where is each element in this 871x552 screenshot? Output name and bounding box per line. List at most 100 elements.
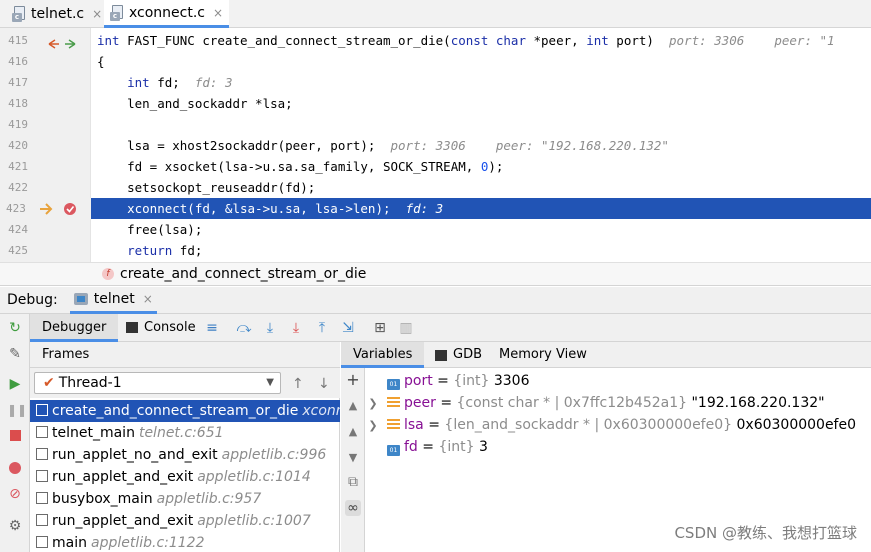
up-triangle-icon[interactable]: ▲ (345, 398, 361, 414)
code-line[interactable]: 421 fd = xsocket(lsa->u.sa.sa_family, SO… (0, 156, 871, 177)
editor-tab-bar: c telnet.c × c xconnect.c × (0, 0, 871, 28)
step-over-icon[interactable]: ⤼ (236, 320, 252, 336)
variable-equals: = (435, 395, 457, 411)
resume-icon[interactable]: ▶ (7, 376, 23, 392)
frame-location: appletlib.c:996 (221, 447, 327, 463)
glasses-icon[interactable]: ∞ (345, 500, 361, 516)
debug-session-tab[interactable]: telnet × (69, 287, 157, 314)
tab-variables[interactable]: Variables (341, 342, 425, 368)
variable-row[interactable]: ❯ lsa = {len_and_sockaddr * | 0x60300000e… (365, 414, 856, 436)
add-icon[interactable]: + (345, 372, 361, 388)
code-line[interactable]: 425 return fd; (0, 240, 871, 261)
debug-side-toolbar: ↻ ✎ ▶ ❚❚ ⊘ ⚙ (0, 314, 30, 552)
frame-function: main (52, 535, 87, 551)
frame-function: run_applet_no_and_exit (52, 447, 218, 463)
code-line[interactable]: 422 setsockopt_reuseaddr(fd); (0, 177, 871, 198)
variable-row[interactable]: ❯ peer = {const char * | 0x7ffc12b452a1} … (365, 392, 825, 415)
code-text: int FAST_FUNC create_and_connect_stream_… (97, 33, 835, 48)
breadcrumb[interactable]: f create_and_connect_stream_or_die (0, 262, 871, 286)
chevron-down-icon: ▼ (266, 377, 274, 388)
thread-select[interactable]: ✔ Thread-1 ▼ (34, 372, 281, 394)
stack-frame[interactable]: create_and_connect_stream_or_diexconnect… (30, 400, 340, 422)
close-tab-icon[interactable]: × (213, 6, 223, 20)
code-editor[interactable]: 415 int FAST_FUNC create_and_connect_stre… (0, 28, 871, 262)
tab-memory-view[interactable]: Memory View (487, 342, 599, 368)
code-line[interactable]: 419 (0, 114, 871, 135)
code-text: setsockopt_reuseaddr(fd); (97, 180, 316, 195)
frame-function: telnet_main (52, 425, 135, 441)
frame-icon (36, 492, 48, 504)
breakpoint-icon[interactable] (63, 202, 77, 216)
up-arrow-icon[interactable]: ↑ (292, 376, 304, 392)
down-arrow-icon[interactable]: ↓ (318, 376, 330, 392)
debug-label: Debug: (7, 292, 58, 308)
debug-header: Debug: telnet × (0, 287, 871, 314)
variable-name: lsa (404, 417, 424, 433)
tab-console-label: Console (144, 320, 196, 335)
variable-equals: = (423, 417, 445, 433)
settings-icon[interactable]: ⚙ (7, 518, 23, 534)
console-icon (126, 322, 138, 333)
breakpoints-icon[interactable] (7, 460, 23, 476)
close-session-icon[interactable]: × (143, 292, 153, 306)
code-line[interactable]: 423 xconnect(fd, &lsa->u.sa, lsa->len); … (0, 198, 871, 219)
breadcrumb-label: create_and_connect_stream_or_die (120, 266, 367, 282)
expand-chevron-icon[interactable]: ❯ (365, 393, 381, 415)
tab-debugger[interactable]: Debugger (30, 314, 119, 342)
tab-telnet-c[interactable]: c telnet.c × (6, 0, 108, 28)
code-line[interactable]: 420 lsa = xhost2sockaddr(peer, port); po… (0, 135, 871, 156)
rerun-icon[interactable]: ↻ (7, 320, 23, 336)
close-tab-icon[interactable]: × (92, 7, 102, 21)
run-to-cursor-icon[interactable]: ⇲ (340, 320, 356, 336)
force-step-into-icon[interactable]: ⤓ (288, 320, 304, 336)
frame-location: telnet.c:651 (138, 425, 224, 441)
thread-row: ✔ Thread-1 ▼ ↑ ↓ (30, 368, 340, 398)
tab-xconnect-c[interactable]: c xconnect.c × (104, 0, 230, 28)
stop-icon[interactable] (7, 428, 23, 444)
code-text: fd = xsocket(lsa->u.sa.sa_family, SOCK_S… (97, 159, 504, 174)
code-text: return fd; (127, 243, 203, 258)
code-line[interactable]: 418 len_and_sockaddr *lsa; (0, 93, 871, 114)
step-out-icon[interactable]: ⤒ (314, 320, 330, 336)
copy-icon[interactable]: ⧉ (345, 474, 361, 490)
table-icon[interactable]: ⊞ (372, 320, 388, 336)
tab-gdb[interactable]: GDB (423, 342, 494, 368)
tab-label: telnet.c (31, 6, 85, 22)
object-variable-icon (387, 419, 400, 430)
expand-chevron-icon[interactable]: ❯ (365, 415, 381, 437)
frame-icon (36, 448, 48, 460)
code-text: int fd; fd: 3 (127, 75, 233, 90)
variable-type: {int} (438, 439, 475, 455)
line-number: 419 (8, 118, 28, 131)
line-number: 424 (8, 223, 28, 236)
pause-icon[interactable]: ❚❚ (7, 402, 27, 418)
tab-console[interactable]: Console (114, 314, 208, 342)
stack-frame[interactable]: run_applet_and_exit appletlib.c:1014 (30, 466, 340, 488)
variable-row[interactable]: 01 fd = {int} 3 (365, 436, 488, 458)
code-line[interactable]: 417 int fd; fd: 3 (0, 72, 871, 93)
code-line[interactable]: 415 int FAST_FUNC create_and_connect_stre… (0, 30, 871, 51)
wrench-icon[interactable]: ✎ (7, 346, 23, 362)
up-triangle-icon[interactable]: ▲ (345, 424, 361, 440)
stack-frame[interactable]: main appletlib.c:1122 (30, 532, 340, 552)
stack-frame[interactable]: telnet_main telnet.c:651 (30, 422, 340, 444)
stack-frame[interactable]: run_applet_and_exit appletlib.c:1007 (30, 510, 340, 532)
stack-frame[interactable]: busybox_main appletlib.c:957 (30, 488, 340, 510)
down-triangle-icon[interactable]: ▼ (345, 450, 361, 466)
frame-function: create_and_connect_stream_or_die (52, 403, 299, 419)
line-number: 417 (8, 76, 28, 89)
stack-frame[interactable]: run_applet_no_and_exit appletlib.c:996 (30, 444, 340, 466)
line-number: 422 (8, 181, 28, 194)
mute-breakpoints-icon[interactable]: ⊘ (7, 486, 23, 502)
variable-value: "192.168.220.132" (687, 395, 825, 411)
implementation-arrows-icon[interactable] (48, 39, 76, 49)
step-into-icon[interactable]: ⤓ (262, 320, 278, 336)
code-line[interactable]: 416 { (0, 51, 871, 72)
code-text: xconnect(fd, &lsa->u.sa, lsa->len); fd: … (97, 201, 444, 216)
code-line[interactable]: 424 free(lsa); (0, 219, 871, 240)
layout-icon[interactable]: ▥ (398, 320, 414, 336)
variable-equals: = (432, 373, 454, 389)
frames-list-icon[interactable]: ≡ (204, 320, 220, 336)
variable-row[interactable]: 01 port = {int} 3306 (365, 370, 530, 392)
line-number: 415 (8, 34, 28, 47)
